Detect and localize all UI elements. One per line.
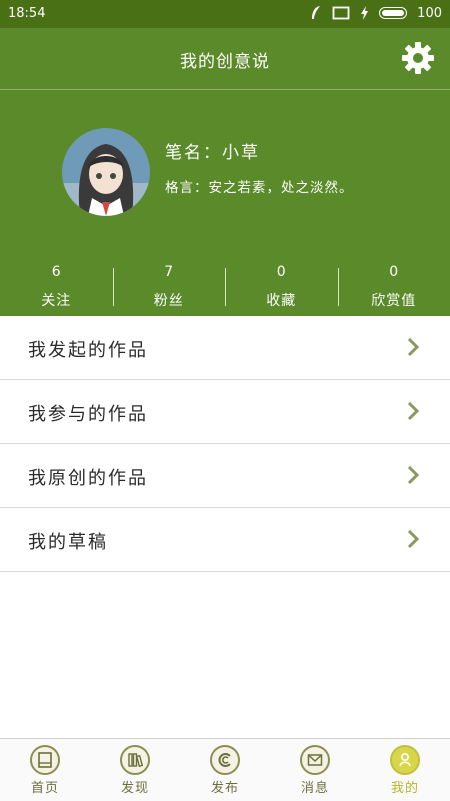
stat-appreciation[interactable]: 0 欣赏值 [338,262,450,312]
tab-label: 首页 [0,777,90,796]
publish-icon [210,745,240,775]
menu-list: 我发起的作品 我参与的作品 我原创的作品 我的草稿 [0,316,450,572]
tab-label: 发现 [90,777,180,796]
menu-item-label: 我原创的作品 [28,464,148,490]
charging-icon [360,6,369,20]
feather-icon [310,5,322,21]
chevron-right-icon [406,528,420,550]
tab-label: 发布 [180,777,270,796]
status-time: 18:54 [8,6,45,21]
menu-item-label: 我的草稿 [28,528,108,554]
stat-label: 粉丝 [113,290,226,310]
battery-level: 100 [417,6,442,21]
profile-card: 笔名：小草 格言：安之若素，处之淡然。 6 关注 7 粉丝 0 收藏 0 欣赏值 [0,90,450,316]
chevron-right-icon [406,336,420,358]
menu-item-label: 我发起的作品 [28,336,148,362]
menu-item-original-works[interactable]: 我原创的作品 [0,444,450,508]
menu-item-initiated-works[interactable]: 我发起的作品 [0,316,450,380]
tab-label: 消息 [270,777,360,796]
chevron-right-icon [406,464,420,486]
tab-messages[interactable]: 消息 [270,739,360,801]
battery-icon [379,7,407,19]
pen-name: 笔名：小草 [165,138,260,163]
discover-icon [120,745,150,775]
menu-item-drafts[interactable]: 我的草稿 [0,508,450,572]
stat-followers[interactable]: 7 粉丝 [113,262,226,312]
stat-count: 0 [338,264,450,280]
tab-mine[interactable]: 我的 [360,739,450,801]
stat-count: 0 [225,264,338,280]
stat-favorites[interactable]: 0 收藏 [225,262,338,312]
stat-following[interactable]: 6 关注 [0,262,113,312]
chevron-right-icon [406,400,420,422]
stat-label: 关注 [0,290,113,310]
top-app-bar: 我的创意说 [0,28,450,90]
status-bar: 18:54 100 [0,0,450,28]
page-title: 我的创意说 [0,47,450,72]
menu-item-label: 我参与的作品 [28,400,148,426]
motto: 格言：安之若素，处之淡然。 [165,176,354,196]
tab-publish[interactable]: 发布 [180,739,270,801]
profile-icon [390,745,420,775]
message-icon [300,745,330,775]
stat-label: 欣赏值 [338,290,450,310]
bottom-tab-bar: 首页 发现 发布 消息 我的 [0,738,450,801]
screen-icon [332,6,350,20]
stat-label: 收藏 [225,290,338,310]
stat-count: 7 [113,264,226,280]
settings-gear-icon[interactable] [400,40,436,76]
tab-discover[interactable]: 发现 [90,739,180,801]
stat-count: 6 [0,264,113,280]
home-icon [30,745,60,775]
tab-label: 我的 [360,777,450,796]
stats-row: 6 关注 7 粉丝 0 收藏 0 欣赏值 [0,262,450,312]
tab-home[interactable]: 首页 [0,739,90,801]
menu-item-participated-works[interactable]: 我参与的作品 [0,380,450,444]
avatar[interactable] [62,128,150,216]
